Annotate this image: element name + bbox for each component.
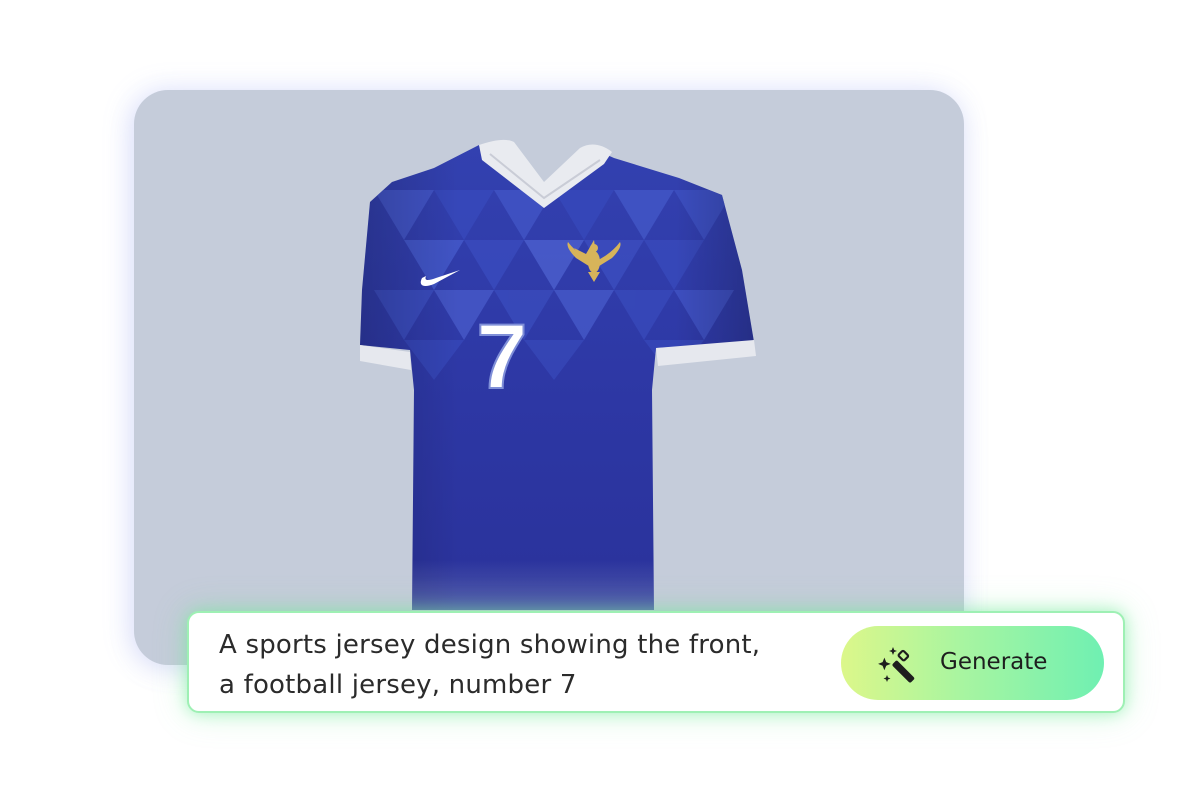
- jersey-number: 7: [476, 306, 527, 408]
- generate-button-label: Generate: [940, 649, 1048, 675]
- generate-button[interactable]: Generate: [841, 626, 1104, 700]
- prompt-input[interactable]: A sports jersey design showing the front…: [219, 625, 839, 705]
- magic-wand-sparkles-icon: [878, 647, 915, 683]
- jersey-image: 7: [360, 139, 756, 620]
- jersey-shirt: [360, 139, 756, 620]
- generated-image-preview: 7: [134, 90, 964, 665]
- prompt-bar: A sports jersey design showing the front…: [187, 611, 1125, 713]
